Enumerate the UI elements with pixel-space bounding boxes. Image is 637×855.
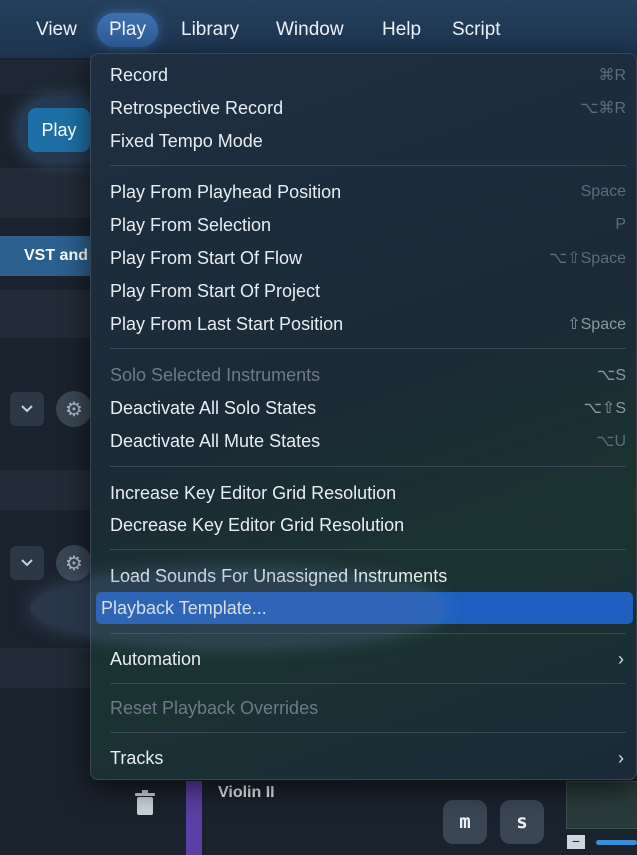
zoom-minus-button[interactable]: − — [567, 834, 585, 849]
menu-item-label: Reset Playback Overrides — [110, 697, 319, 718]
chevron-right-icon: › — [618, 648, 624, 669]
menu-item-play-from-last-start[interactable]: Play From Last Start Position ⇧Space — [91, 308, 636, 340]
menu-item-solo-selected-instruments: Solo Selected Instruments ⌥S — [91, 359, 636, 391]
menu-item-record[interactable]: Record ⌘R — [91, 59, 636, 91]
menu-item-tracks[interactable]: Tracks › — [91, 742, 636, 774]
settings-gear-icon[interactable]: ⚙ — [56, 545, 92, 581]
shortcut-label: ⌥U — [596, 433, 626, 450]
menu-item-label: Play From Playhead Position — [110, 181, 342, 202]
menu-separator — [110, 466, 626, 467]
menu-help[interactable]: Help — [382, 19, 421, 41]
play-menu: Record ⌘R Retrospective Record ⌥⌘R Fixed… — [90, 53, 637, 780]
panel-strip — [0, 648, 100, 688]
menu-item-label: Deactivate All Mute States — [110, 430, 321, 451]
menu-item-deactivate-mute[interactable]: Deactivate All Mute States ⌥U — [91, 425, 636, 457]
shortcut-label: P — [615, 216, 626, 233]
menu-item-label: Decrease Key Editor Grid Resolution — [110, 514, 405, 535]
menu-item-play-from-playhead[interactable]: Play From Playhead Position Space — [91, 176, 636, 208]
panel-strip — [0, 470, 100, 510]
menu-item-reset-playback-overrides: Reset Playback Overrides — [91, 692, 636, 724]
menu-item-retrospective-record[interactable]: Retrospective Record ⌥⌘R — [91, 92, 636, 124]
menu-item-label: Increase Key Editor Grid Resolution — [110, 482, 397, 503]
menu-script[interactable]: Script — [452, 19, 501, 41]
shortcut-label: ⌥S — [596, 367, 626, 384]
menu-separator — [110, 549, 626, 550]
track-name: Violin II — [218, 784, 275, 801]
menu-item-label: Deactivate All Solo States — [110, 397, 317, 418]
menu-item-label: Play From Last Start Position — [110, 313, 344, 334]
menu-item-deactivate-solo[interactable]: Deactivate All Solo States ⌥⇧S — [91, 392, 636, 424]
menu-item-label: Play From Selection — [110, 214, 272, 235]
shortcut-label: ⌥⇧S — [583, 400, 626, 417]
menu-view[interactable]: View — [36, 19, 77, 41]
menu-window[interactable]: Window — [276, 19, 344, 41]
chevron-down-icon — [21, 405, 33, 413]
menu-item-play-from-selection[interactable]: Play From Selection P — [91, 209, 636, 241]
menu-item-label: Tracks — [110, 747, 164, 768]
menu-item-label: Record — [110, 64, 169, 85]
menu-separator — [110, 348, 626, 349]
menu-item-automation[interactable]: Automation › — [91, 643, 636, 675]
menu-item-label: Retrospective Record — [110, 97, 284, 118]
vst-button[interactable]: VST and — [0, 236, 92, 276]
instrument-color-bar — [186, 781, 202, 855]
shortcut-label: ⇧Space — [567, 316, 626, 333]
menu-library[interactable]: Library — [181, 19, 239, 41]
menu-item-play-from-start-of-project[interactable]: Play From Start Of Project — [91, 275, 636, 307]
shortcut-label: ⌥⇧Space — [548, 250, 626, 267]
dropdown-button[interactable] — [10, 546, 44, 580]
settings-gear-icon[interactable]: ⚙ — [56, 391, 92, 427]
mute-button[interactable]: m — [443, 800, 487, 844]
menu-item-increase-grid[interactable]: Increase Key Editor Grid Resolution — [91, 477, 636, 509]
menu-item-label: Play From Start Of Flow — [110, 247, 303, 268]
trash-icon[interactable] — [133, 790, 157, 816]
chevron-right-icon: › — [618, 747, 624, 768]
menu-separator — [110, 683, 626, 684]
panel-strip — [0, 290, 100, 338]
panel-strip — [0, 168, 100, 218]
shortcut-label: ⌘R — [598, 67, 626, 84]
chevron-down-icon — [21, 559, 33, 567]
level-meter — [566, 781, 637, 829]
play-mode-button[interactable]: Play — [28, 108, 90, 152]
shortcut-label: Space — [580, 183, 626, 200]
menu-item-play-from-start-of-flow[interactable]: Play From Start Of Flow ⌥⇧Space — [91, 242, 636, 274]
menu-play[interactable]: Play — [97, 13, 158, 47]
volume-slider[interactable] — [596, 840, 637, 845]
menu-item-label: Solo Selected Instruments — [110, 364, 321, 385]
menu-item-label: Play From Start Of Project — [110, 280, 321, 301]
menu-separator — [110, 165, 626, 166]
menu-item-fixed-tempo[interactable]: Fixed Tempo Mode — [91, 125, 636, 157]
menu-item-decrease-grid[interactable]: Decrease Key Editor Grid Resolution — [91, 509, 636, 541]
dropdown-button[interactable] — [10, 392, 44, 426]
highlight-ellipse-glow — [30, 572, 445, 644]
solo-button[interactable]: s — [500, 800, 544, 844]
menu-bar: View Play Library Window Help Script — [0, 0, 637, 58]
shortcut-label: ⌥⌘R — [580, 100, 626, 117]
menu-item-label: Fixed Tempo Mode — [110, 130, 263, 151]
menu-item-label: Automation — [110, 648, 202, 669]
menu-separator — [110, 732, 626, 733]
